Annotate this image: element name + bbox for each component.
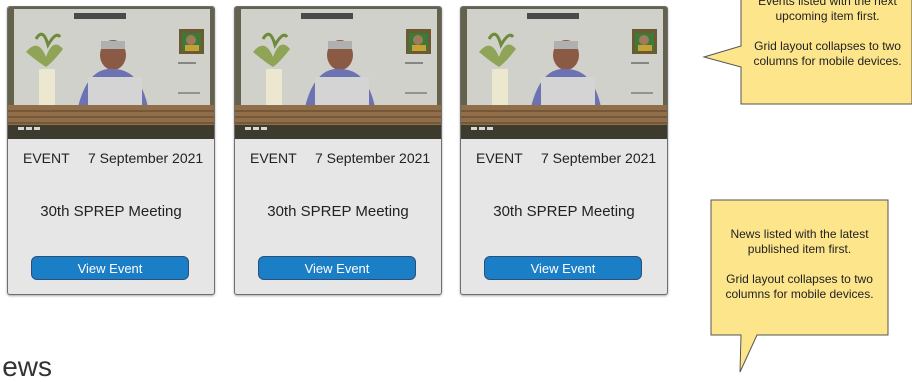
event-type: EVENT bbox=[23, 150, 70, 166]
event-type: EVENT bbox=[250, 150, 297, 166]
event-title: 30th SPREP Meeting bbox=[493, 203, 635, 220]
event-image bbox=[235, 7, 441, 139]
event-date: 7 September 2021 bbox=[541, 150, 657, 166]
event-image bbox=[461, 7, 667, 139]
view-event-button[interactable]: View Event bbox=[258, 256, 416, 280]
events-note: Events listed with the next upcoming ite… bbox=[743, 0, 912, 69]
event-date: 7 September 2021 bbox=[315, 150, 431, 166]
events-note-line: columns for mobile devices. bbox=[753, 54, 902, 68]
view-event-button[interactable]: View Event bbox=[31, 256, 189, 280]
event-date: 7 September 2021 bbox=[88, 150, 204, 166]
event-title: 30th SPREP Meeting bbox=[267, 203, 409, 220]
news-section-heading: News bbox=[0, 351, 53, 382]
news-note-line: published item first. bbox=[747, 242, 852, 256]
event-card: EVENT 7 September 2021 30th SPREP Meetin… bbox=[460, 6, 668, 295]
event-card: EVENT 7 September 2021 30th SPREP Meetin… bbox=[234, 6, 442, 295]
news-note-line: Grid layout collapses to two bbox=[726, 272, 873, 286]
view-event-button[interactable]: View Event bbox=[484, 256, 642, 280]
news-note-line: columns for mobile devices. bbox=[725, 287, 874, 301]
news-note: News listed with the latest published it… bbox=[711, 227, 888, 302]
event-image bbox=[8, 7, 214, 139]
event-title: 30th SPREP Meeting bbox=[40, 203, 182, 220]
events-note-line: Grid layout collapses to two bbox=[754, 39, 901, 53]
event-card: EVENT 7 September 2021 30th SPREP Meetin… bbox=[7, 6, 215, 295]
news-note-line: News listed with the latest bbox=[730, 227, 869, 241]
events-note-line: upcoming item first. bbox=[775, 9, 880, 23]
events-note-line: Events listed with the next bbox=[758, 0, 897, 8]
event-type: EVENT bbox=[476, 150, 523, 166]
